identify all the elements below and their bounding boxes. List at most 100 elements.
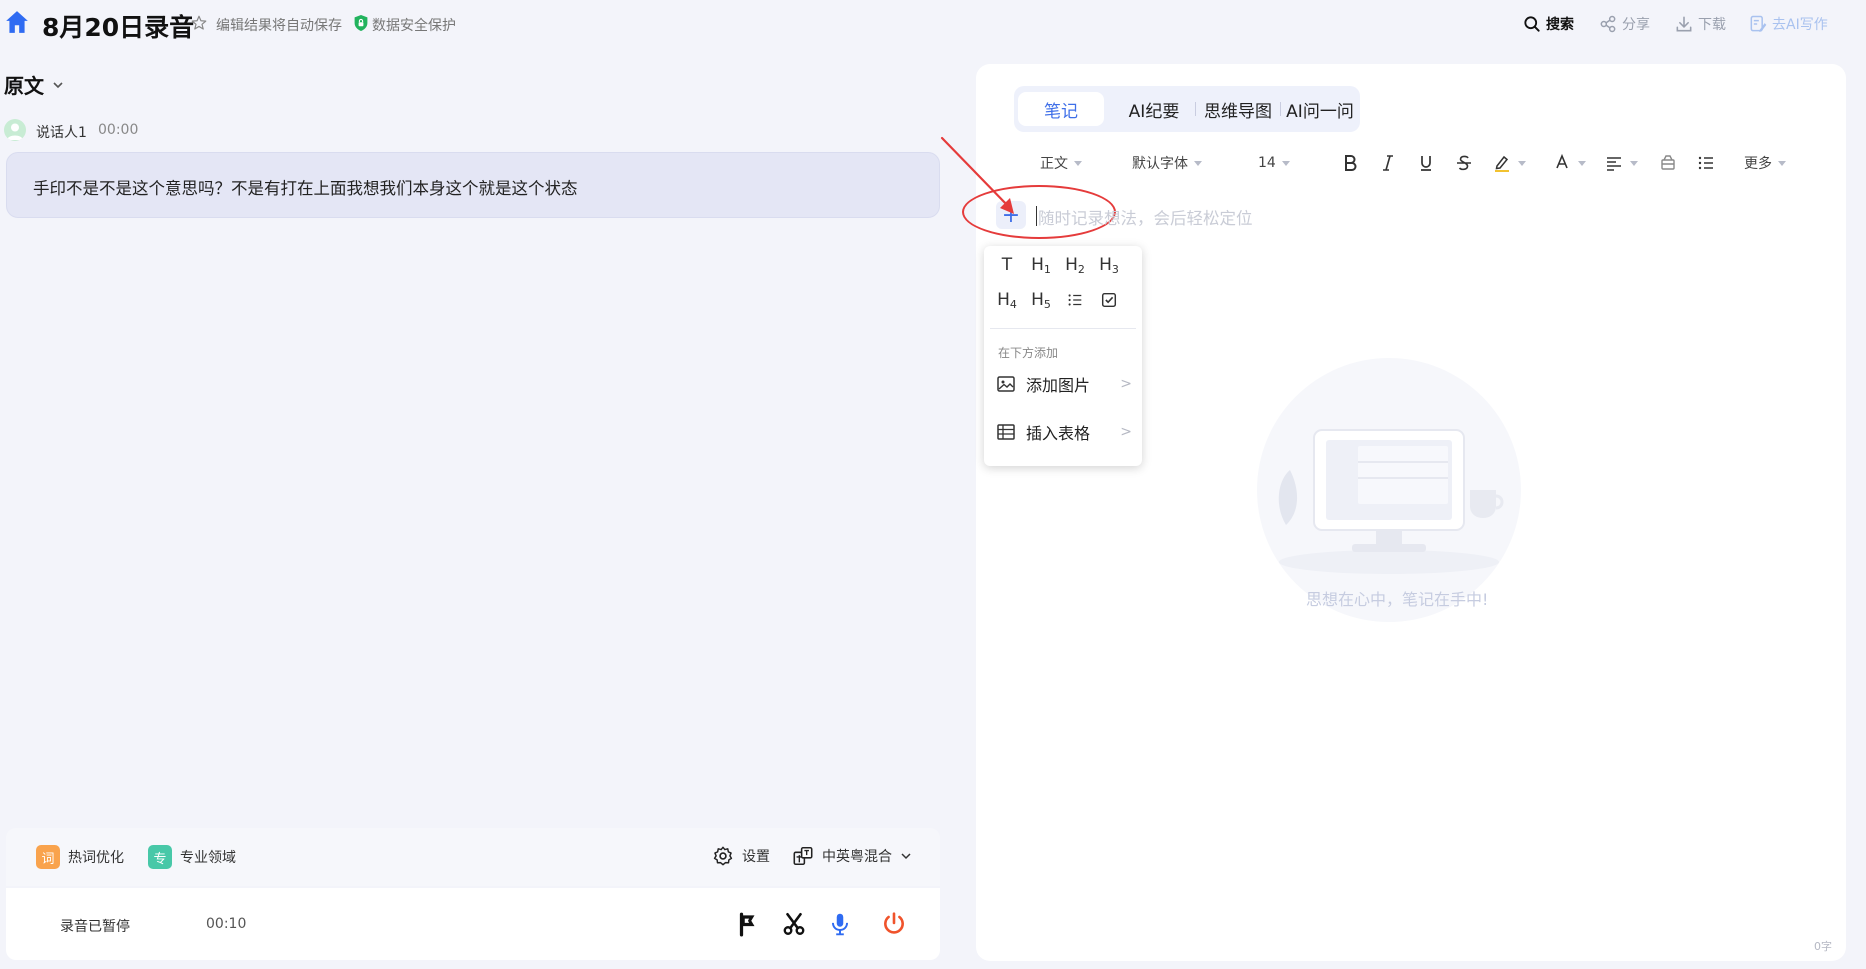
- domain-icon: 专: [148, 845, 172, 869]
- ai-write-icon: [1750, 15, 1767, 32]
- hotword-optimization-button[interactable]: 词 热词优化: [36, 845, 124, 869]
- cut-button[interactable]: [778, 908, 810, 940]
- recording-control-bar: 录音已暂停 00:10: [6, 888, 940, 960]
- word-count: 0字: [1814, 940, 1832, 953]
- download-button[interactable]: 下载: [1674, 12, 1726, 36]
- user-icon: [7, 123, 23, 140]
- tab-divider: [1280, 102, 1281, 116]
- mark-button[interactable]: [732, 908, 764, 940]
- clear-format-button[interactable]: [1658, 152, 1678, 174]
- italic-icon: [1383, 155, 1393, 171]
- strikethrough-button[interactable]: [1454, 152, 1474, 174]
- font-size-select[interactable]: 14: [1258, 152, 1290, 174]
- text-cursor: [1036, 206, 1037, 226]
- text-format-label: T: [1001, 255, 1013, 275]
- hotword-icon: 词: [36, 845, 60, 869]
- align-button[interactable]: [1604, 152, 1638, 174]
- chevron-down-icon: [53, 81, 63, 88]
- table-icon: [997, 424, 1015, 440]
- original-text-label: 原文: [4, 74, 44, 98]
- underline-button[interactable]: [1416, 152, 1436, 174]
- list-button[interactable]: [1696, 152, 1716, 174]
- domain-label: 专业领域: [180, 850, 236, 866]
- paragraph-style-select[interactable]: 正文: [1040, 152, 1082, 174]
- more-button[interactable]: 更多: [1744, 152, 1786, 174]
- settings-button[interactable]: 设置: [712, 845, 770, 867]
- ai-write-button[interactable]: 去AI写作: [1748, 12, 1828, 36]
- share-label: 分享: [1622, 17, 1650, 33]
- download-label: 下载: [1698, 17, 1726, 33]
- editor-placeholder[interactable]: 随时记录想法，会后轻松定位: [1038, 205, 1253, 229]
- transcript-text[interactable]: 手印不是不是这个意思吗？不是有打在上面我想我们本身这个就是这个状态: [33, 175, 578, 199]
- caret-down-icon: [1281, 160, 1290, 166]
- heading-1-label: H1: [1031, 255, 1051, 276]
- tab-notes[interactable]: 笔记: [1018, 92, 1104, 126]
- search-button[interactable]: 搜索: [1522, 12, 1574, 36]
- paragraph-style-value: 正文: [1040, 156, 1068, 172]
- font-color-button[interactable]: [1552, 152, 1586, 174]
- tab-mind-map[interactable]: 思维导图: [1200, 92, 1276, 126]
- heading-5-label: H5: [1031, 290, 1051, 311]
- text-block-button[interactable]: T: [992, 252, 1022, 278]
- heading-2-button[interactable]: H2: [1060, 252, 1090, 278]
- empty-state-text: 思想在心中，笔记在手中!: [1306, 590, 1489, 609]
- annotation-arrow: [940, 136, 1014, 214]
- recording-options-bar: 词 热词优化 专 专业领域 设置 中英粤混合: [6, 828, 940, 886]
- language-select[interactable]: 中英粤混合: [792, 845, 912, 867]
- menu-section-label: 在下方添加: [998, 346, 1059, 360]
- tab-ai-summary[interactable]: AI纪要: [1118, 92, 1190, 126]
- highlight-color-button[interactable]: [1492, 152, 1526, 174]
- bullet-list-button[interactable]: [1060, 287, 1090, 313]
- transcript-paragraph[interactable]: 手印不是不是这个意思吗？不是有打在上面我想我们本身这个就是这个状态: [6, 152, 940, 218]
- power-icon: [884, 912, 904, 934]
- speaker-avatar: [4, 119, 26, 141]
- download-icon: [1676, 16, 1692, 32]
- heading-3-label: H3: [1099, 255, 1119, 276]
- microphone-button[interactable]: [824, 908, 856, 940]
- font-family-select[interactable]: 默认字体: [1132, 152, 1202, 174]
- share-button[interactable]: 分享: [1598, 12, 1650, 36]
- security-note: 数据安全保护: [372, 18, 456, 34]
- add-image-menu-item[interactable]: 添加图片 >: [996, 370, 1132, 398]
- strikethrough-icon: [1457, 155, 1471, 171]
- heading-3-button[interactable]: H3: [1094, 252, 1124, 278]
- underline-icon: [1421, 156, 1431, 171]
- tab-ai-ask[interactable]: AI问一问: [1284, 92, 1356, 126]
- chevron-down-icon: [901, 853, 911, 860]
- caret-down-icon: [1630, 160, 1638, 166]
- recording-timer: 00:10: [206, 916, 247, 932]
- checkbox-icon: [1101, 292, 1117, 308]
- heading-5-button[interactable]: H5: [1026, 287, 1056, 313]
- image-icon: [997, 376, 1015, 392]
- list-icon: [1068, 294, 1082, 306]
- bold-icon: [1345, 155, 1357, 171]
- heading-4-button[interactable]: H4: [992, 287, 1022, 313]
- original-text-dropdown[interactable]: 原文: [4, 70, 64, 99]
- insert-table-menu-item[interactable]: 插入表格 >: [996, 418, 1132, 446]
- flag-icon: [739, 912, 755, 937]
- gear-icon: [713, 846, 733, 866]
- eraser-icon: [1661, 155, 1675, 170]
- caret-down-icon: [1778, 160, 1786, 166]
- recording-status: 录音已暂停: [60, 919, 130, 935]
- checklist-button[interactable]: [1094, 287, 1124, 313]
- document-title[interactable]: 8月20日录音: [42, 8, 194, 44]
- chevron-right-icon: >: [1120, 376, 1132, 392]
- caret-down-icon: [1578, 160, 1586, 166]
- caret-down-icon: [1194, 160, 1202, 166]
- star-icon[interactable]: [190, 14, 208, 32]
- hotword-label: 热词优化: [68, 850, 124, 866]
- autosave-note: 编辑结果将自动保存: [216, 18, 342, 34]
- stop-recording-button[interactable]: [878, 908, 910, 940]
- tab-divider: [1195, 102, 1196, 116]
- list-icon: [1698, 156, 1713, 170]
- professional-domain-button[interactable]: 专 专业领域: [148, 845, 236, 869]
- speaker-name[interactable]: 说话人1: [36, 122, 87, 142]
- bold-button[interactable]: [1340, 152, 1360, 174]
- home-icon[interactable]: [4, 9, 30, 35]
- translate-icon: [793, 846, 813, 866]
- speaker-timestamp[interactable]: 00:00: [98, 122, 138, 138]
- insert-block-menu: T H1 H2 H3 H4 H5 在下方添加 添加图片 > 插入表格 >: [984, 246, 1142, 466]
- heading-1-button[interactable]: H1: [1026, 252, 1056, 278]
- italic-button[interactable]: [1378, 152, 1398, 174]
